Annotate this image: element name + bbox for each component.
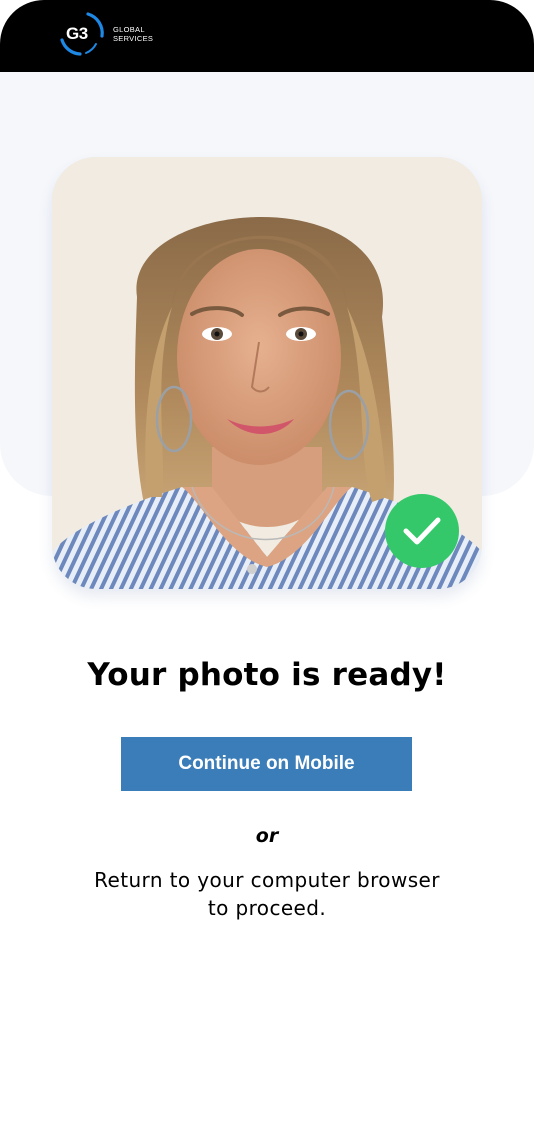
g3-logo: G3 GLOBAL SERVICES <box>58 10 153 58</box>
photo-approved-badge <box>385 494 459 568</box>
logo-wordmark: GLOBAL SERVICES <box>113 25 153 43</box>
logo-mark: G3 <box>58 10 106 58</box>
logo-wordmark-line2: SERVICES <box>113 34 154 43</box>
continue-on-mobile-button[interactable]: Continue on Mobile <box>121 737 412 791</box>
page-title: Your photo is ready! <box>87 657 447 693</box>
checkmark-icon <box>403 517 441 545</box>
or-separator: or <box>255 825 279 847</box>
return-instruction: Return to your computer browser to proce… <box>94 868 440 920</box>
app-header: G3 GLOBAL SERVICES <box>0 0 534 72</box>
logo-wordmark-line1: GLOBAL <box>113 25 145 34</box>
logo-g3-text: G3 <box>66 24 88 43</box>
